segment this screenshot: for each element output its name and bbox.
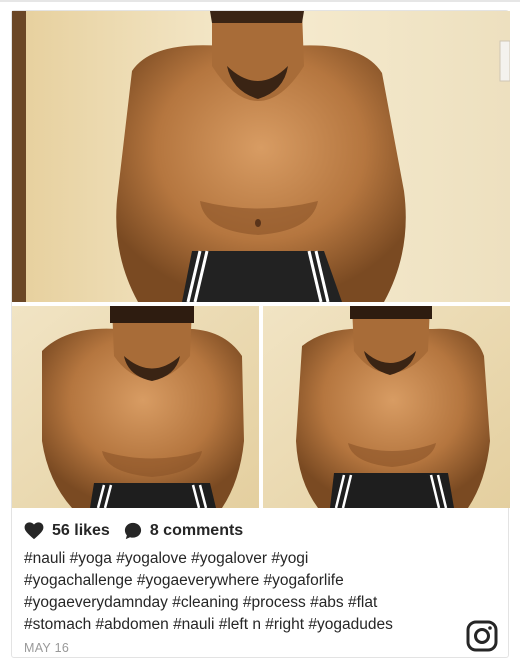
caption-line: #yogachallenge #yogaeverywhere #yogaforl…: [24, 572, 344, 589]
collage-divider: [12, 302, 510, 306]
post-date: MAY 16: [24, 641, 70, 655]
bottom-left-figure: [42, 306, 244, 508]
instagram-icon[interactable]: [466, 620, 498, 652]
bottom-right-figure: [296, 306, 490, 508]
comment-bubble-icon: [124, 522, 141, 540]
collage-divider-vertical: [259, 306, 263, 508]
caption-line: #nauli #yoga #yogalove #yogalover #yogi: [24, 550, 309, 567]
comments-stat[interactable]: 8 comments: [124, 522, 243, 540]
engagement-stats: 56 likes 8 comments: [24, 520, 494, 542]
door-frame: [12, 11, 26, 302]
post-photo[interactable]: [12, 11, 510, 508]
comments-count: 8 comments: [149, 522, 244, 539]
caption-line: #yogaeverydamnday #cleaning #process #ab…: [24, 594, 378, 611]
post-meta: 56 likes 8 comments #nauli #yoga #yogalo…: [24, 520, 494, 655]
wall-switch: [499, 40, 510, 82]
caption-line: #stomach #abdomen #nauli #left n #right …: [24, 616, 393, 633]
top-divider: [0, 0, 520, 2]
post-caption: #nauli #yoga #yogalove #yogalover #yogi …: [24, 548, 454, 636]
photo-collage: [12, 11, 510, 508]
likes-count: 56 likes: [52, 522, 110, 539]
likes-stat[interactable]: 56 likes: [24, 522, 110, 540]
heart-icon: [24, 522, 44, 540]
